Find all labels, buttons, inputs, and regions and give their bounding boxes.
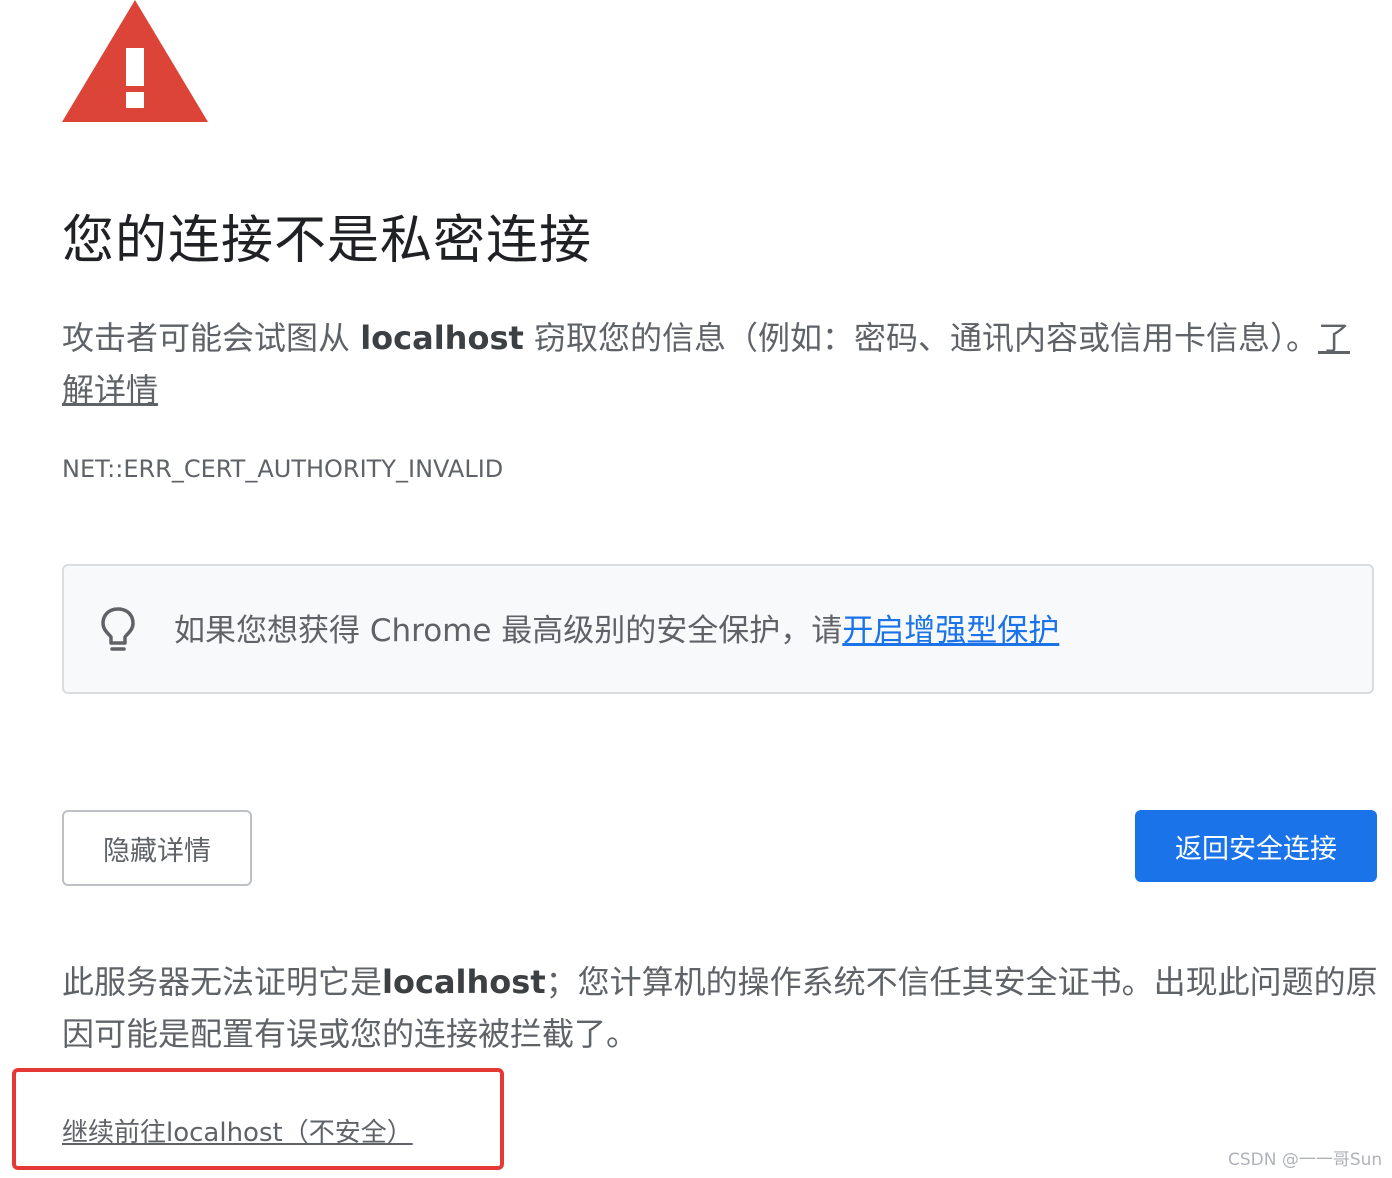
message-host: localhost (360, 319, 524, 357)
main-message: 攻击者可能会试图从 localhost 窃取您的信息（例如：密码、通讯内容或信用… (62, 312, 1378, 416)
error-code: NET::ERR_CERT_AUTHORITY_INVALID (62, 455, 504, 483)
watermark: CSDN @一一哥Sun (1228, 1150, 1383, 1170)
tip-text: 如果您想获得 Chrome 最高级别的安全保护，请开启增强型保护 (174, 606, 1059, 656)
enable-enhanced-protection-link[interactable]: 开启增强型保护 (842, 613, 1059, 649)
tip-message: 如果您想获得 Chrome 最高级别的安全保护，请 (174, 613, 843, 649)
lightbulb-icon (101, 607, 135, 651)
message-suffix: 窃取您的信息（例如：密码、通讯内容或信用卡信息）。 (523, 319, 1318, 357)
hide-details-button[interactable]: 隐藏详情 (62, 810, 252, 886)
details-prefix: 此服务器无法证明它是 (62, 963, 383, 1001)
warning-triangle-icon (62, 0, 208, 122)
back-to-safety-button[interactable]: 返回安全连接 (1135, 810, 1377, 882)
proceed-unsafe-link[interactable]: 继续前往localhost（不安全） (62, 1114, 413, 1152)
message-prefix: 攻击者可能会试图从 (62, 319, 361, 357)
enhanced-protection-tip: 如果您想获得 Chrome 最高级别的安全保护，请开启增强型保护 (62, 564, 1374, 694)
details-host: localhost (382, 963, 546, 1001)
details-message: 此服务器无法证明它是localhost；您计算机的操作系统不信任其安全证书。出现… (62, 956, 1378, 1060)
page-title: 您的连接不是私密连接 (62, 211, 593, 271)
